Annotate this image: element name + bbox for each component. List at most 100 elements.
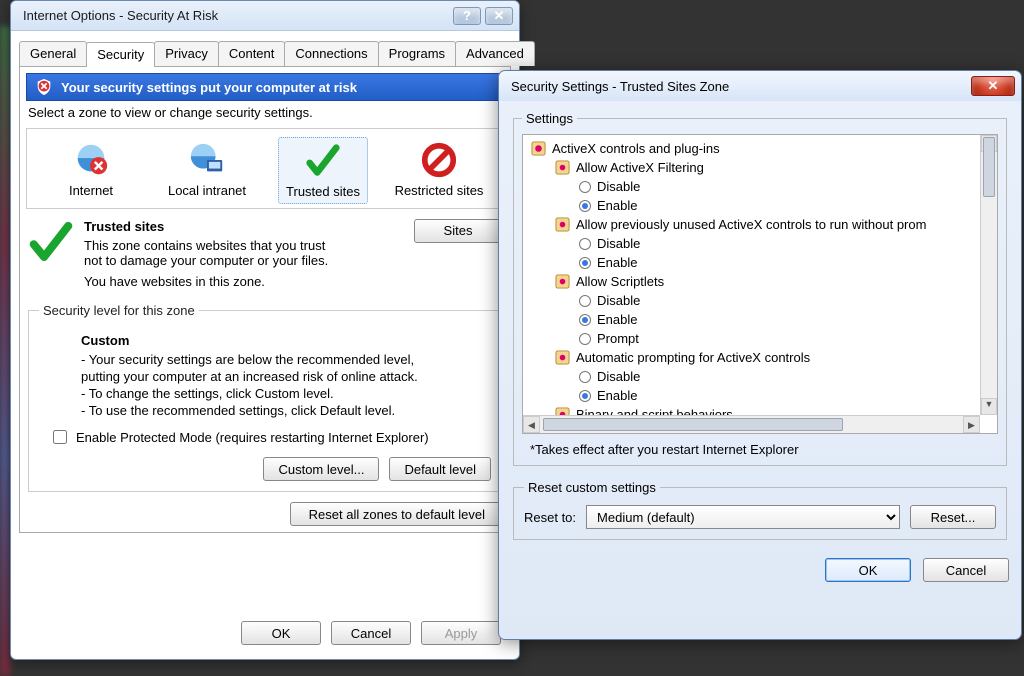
opt-disable: Disable: [597, 369, 640, 384]
tab-security[interactable]: Security: [86, 42, 155, 67]
tab-general[interactable]: General: [19, 41, 87, 66]
sec-window-title: Security Settings - Trusted Sites Zone: [511, 79, 971, 94]
desktop-background: [0, 26, 10, 676]
hscroll-thumb[interactable]: [543, 418, 843, 431]
reset-custom-group: Reset custom settings Reset to: Medium (…: [513, 480, 1007, 540]
zone-restricted[interactable]: Restricted sites: [394, 137, 484, 204]
restart-note: *Takes effect after you restart Internet…: [530, 442, 996, 457]
settings-legend: Settings: [522, 111, 577, 126]
cancel-button[interactable]: Cancel: [923, 558, 1009, 582]
checkmark-icon: [279, 142, 367, 180]
opt-enable: Enable: [597, 198, 637, 213]
ie-window-title: Internet Options - Security At Risk: [23, 8, 449, 23]
settings-group: Settings ActiveX controls and plug-ins A…: [513, 111, 1007, 466]
zone-intranet[interactable]: Local intranet: [162, 137, 252, 204]
reset-to-label: Reset to:: [524, 510, 576, 525]
default-level-button[interactable]: Default level: [389, 457, 491, 481]
custom-line-3: - To use the recommended settings, click…: [81, 402, 491, 419]
tab-connections[interactable]: Connections: [284, 41, 378, 66]
tab-content[interactable]: Content: [218, 41, 286, 66]
risk-banner-text: Your security settings put your computer…: [61, 80, 357, 95]
radio-g2-enable[interactable]: [579, 257, 591, 269]
tree-group-1: Allow ActiveX Filtering: [576, 160, 704, 175]
activex-item-icon: [555, 217, 570, 232]
trusted-desc-1: This zone contains websites that you tru…: [84, 238, 334, 268]
sites-button[interactable]: Sites: [414, 219, 502, 243]
zone-internet-label: Internet: [46, 183, 136, 198]
activex-category-icon: [531, 141, 546, 156]
tree-group-2: Allow previously unused ActiveX controls…: [576, 217, 926, 232]
ie-tabrow: General Security Privacy Content Connect…: [19, 41, 511, 67]
ok-button[interactable]: OK: [241, 621, 321, 645]
activex-item-icon: [555, 274, 570, 289]
opt-disable: Disable: [597, 179, 640, 194]
tree-category: ActiveX controls and plug-ins: [552, 141, 720, 156]
tab-programs[interactable]: Programs: [378, 41, 456, 66]
close-icon[interactable]: ✕: [485, 7, 513, 25]
zone-internet[interactable]: Internet: [46, 137, 136, 204]
reset-button[interactable]: Reset...: [910, 505, 996, 529]
checkmark-large-icon: [28, 219, 74, 289]
apply-button[interactable]: Apply: [421, 621, 501, 645]
internet-options-window: Internet Options - Security At Risk ? ✕ …: [10, 0, 520, 660]
radio-g3-enable[interactable]: [579, 314, 591, 326]
activex-item-icon: [555, 350, 570, 365]
security-panel: Your security settings put your computer…: [19, 67, 511, 533]
shield-alert-icon: [35, 78, 53, 96]
opt-enable: Enable: [597, 312, 637, 327]
vertical-scrollbar[interactable]: ▲ ▼: [980, 135, 997, 415]
radio-g4-disable[interactable]: [579, 371, 591, 383]
activex-item-icon: [555, 160, 570, 175]
security-level-group: Security level for this zone Custom - Yo…: [28, 303, 502, 492]
ok-button[interactable]: OK: [825, 558, 911, 582]
opt-disable: Disable: [597, 293, 640, 308]
risk-banner: Your security settings put your computer…: [26, 73, 504, 101]
opt-prompt: Prompt: [597, 331, 639, 346]
radio-g2-disable[interactable]: [579, 238, 591, 250]
ie-titlebar[interactable]: Internet Options - Security At Risk ? ✕: [11, 1, 519, 31]
scroll-right-icon[interactable]: ▶: [963, 416, 980, 433]
custom-line-2: - To change the settings, click Custom l…: [81, 385, 491, 402]
help-icon[interactable]: ?: [453, 7, 481, 25]
zone-trusted-label: Trusted sites: [279, 184, 367, 199]
sec-titlebar[interactable]: Security Settings - Trusted Sites Zone ✕: [499, 71, 1021, 101]
reset-level-select[interactable]: Medium (default): [586, 505, 900, 529]
tree-group-4: Automatic prompting for ActiveX controls: [576, 350, 810, 365]
scroll-left-icon[interactable]: ◀: [523, 416, 540, 433]
security-level-legend: Security level for this zone: [39, 303, 199, 318]
radio-g4-enable[interactable]: [579, 390, 591, 402]
globe-alert-icon: [46, 141, 136, 179]
zone-picker: Internet Local intranet Trusted sites: [26, 128, 504, 209]
radio-g1-enable[interactable]: [579, 200, 591, 212]
radio-g3-disable[interactable]: [579, 295, 591, 307]
trusted-desc-2: You have websites in this zone.: [84, 274, 404, 289]
opt-enable: Enable: [597, 388, 637, 403]
trusted-heading: Trusted sites: [84, 219, 404, 234]
reset-legend: Reset custom settings: [524, 480, 660, 495]
security-settings-window: Security Settings - Trusted Sites Zone ✕…: [498, 70, 1022, 640]
cancel-button[interactable]: Cancel: [331, 621, 411, 645]
tab-advanced[interactable]: Advanced: [455, 41, 535, 66]
zone-intranet-label: Local intranet: [162, 183, 252, 198]
custom-heading: Custom: [81, 332, 491, 349]
custom-level-button[interactable]: Custom level...: [263, 457, 379, 481]
prohibited-icon: [394, 141, 484, 179]
vscroll-thumb[interactable]: [983, 137, 995, 197]
tab-privacy[interactable]: Privacy: [154, 41, 219, 66]
scroll-down-icon[interactable]: ▼: [981, 398, 997, 415]
opt-disable: Disable: [597, 236, 640, 251]
horizontal-scrollbar[interactable]: ◀ ▶: [523, 415, 980, 433]
protected-mode-checkbox[interactable]: [53, 430, 67, 444]
zone-trusted[interactable]: Trusted sites: [278, 137, 368, 204]
zone-restricted-label: Restricted sites: [394, 183, 484, 198]
radio-g1-disable[interactable]: [579, 181, 591, 193]
globe-pc-icon: [162, 141, 252, 179]
opt-enable: Enable: [597, 255, 637, 270]
settings-tree[interactable]: ActiveX controls and plug-ins Allow Acti…: [522, 134, 998, 434]
reset-all-zones-button[interactable]: Reset all zones to default level: [290, 502, 504, 526]
zone-instruction: Select a zone to view or change security…: [28, 105, 502, 120]
radio-g3-prompt[interactable]: [579, 333, 591, 345]
close-icon[interactable]: ✕: [971, 76, 1015, 96]
tree-group-3: Allow Scriptlets: [576, 274, 664, 289]
custom-line-1: - Your security settings are below the r…: [81, 351, 441, 385]
